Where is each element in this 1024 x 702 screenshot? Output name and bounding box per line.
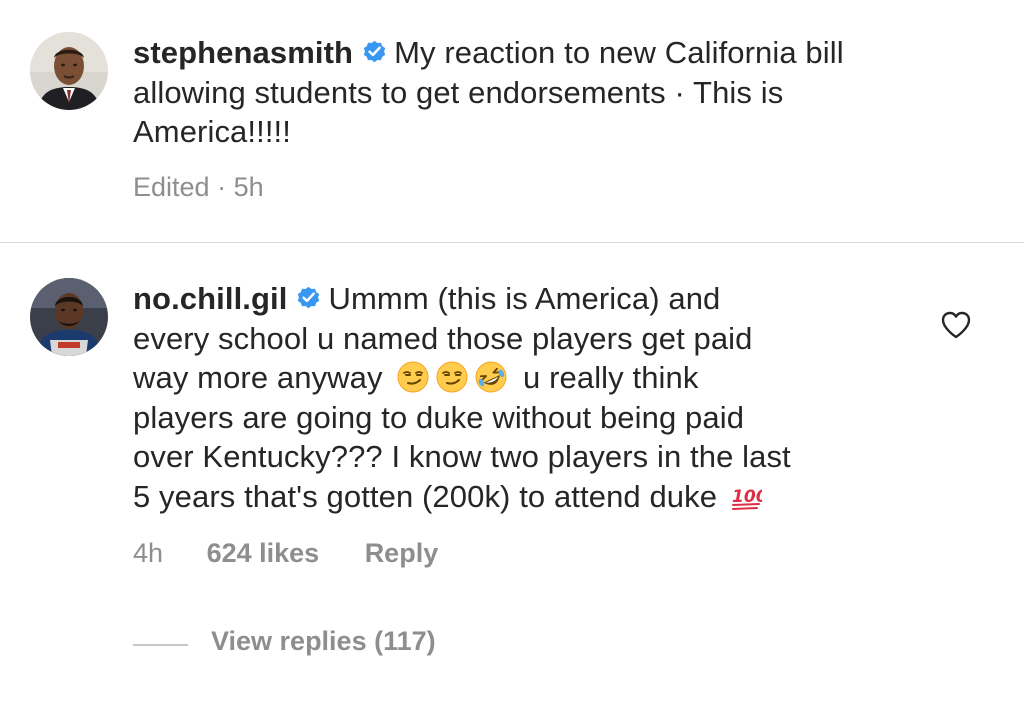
comment-2-text-line-3b: u really think [523, 360, 699, 395]
comment-2-body: no.chill.gil Ummm (this is America) and e… [133, 279, 791, 516]
comment-1-meta: Edited · 5h [133, 172, 264, 203]
comment-2-text-line-2: every school u named those players get p… [133, 320, 753, 356]
comment-divider [0, 242, 1024, 243]
comment-1-text-line-1: My reaction to new California bill [394, 35, 844, 70]
comment-2-text-line-1: Ummm (this is America) and [328, 281, 721, 316]
meta-separator: · [217, 172, 234, 202]
comment-2-meta: 4h 624 likes Reply [133, 538, 438, 569]
rolling-laughing-emoji-icon [475, 361, 507, 393]
comment-2-line-3: way more anyway u really think [133, 358, 791, 398]
comment-1-text-line-3: America!!!!! [133, 114, 291, 149]
verified-badge-icon [361, 38, 388, 65]
likes-count[interactable]: 624 likes [207, 538, 320, 568]
verified-badge-icon [295, 284, 322, 311]
comment-2-timestamp[interactable]: 4h [133, 538, 163, 568]
reply-button[interactable]: Reply [365, 538, 439, 568]
comments-page: stephenasmith My reaction to new Californ… [0, 0, 1024, 702]
comment-1-username[interactable]: stephenasmith [133, 35, 353, 70]
edited-label: Edited [133, 172, 210, 202]
comment-2-text-line-5: over Kentucky??? I know two players in t… [133, 439, 791, 474]
comment-2-line-6: 5 years that's gotten (200k) to attend d… [133, 477, 791, 517]
comment-2-text-line-4: players are going to duke without being … [133, 399, 745, 435]
like-heart-icon[interactable] [940, 309, 972, 341]
comment-1-body: stephenasmith My reaction to new Californ… [133, 33, 844, 152]
smirk-emoji-icon [436, 361, 468, 393]
replies-divider-line [133, 644, 188, 646]
comment-1-timestamp[interactable]: 5h [234, 172, 264, 202]
comment-2-line-1: no.chill.gil Ummm (this is America) and [133, 279, 791, 319]
smirk-emoji-icon [397, 361, 429, 393]
comment-2-text-line-3a: way more anyway [133, 360, 383, 395]
comment-2-text-line-6: 5 years that's gotten (200k) to attend d… [133, 478, 718, 514]
view-replies-button[interactable]: View replies (117) [211, 626, 436, 657]
comment-1-line-1: stephenasmith My reaction to new Californ… [133, 33, 844, 73]
comment-2-username[interactable]: no.chill.gil [133, 281, 287, 316]
hundred-points-emoji-icon: 100 [730, 480, 762, 512]
comment-1-text-line-2: allowing students to get endorsements · … [133, 74, 784, 110]
avatar-stephenasmith[interactable] [30, 32, 108, 110]
avatar-no-chill-gil[interactable] [30, 278, 108, 356]
